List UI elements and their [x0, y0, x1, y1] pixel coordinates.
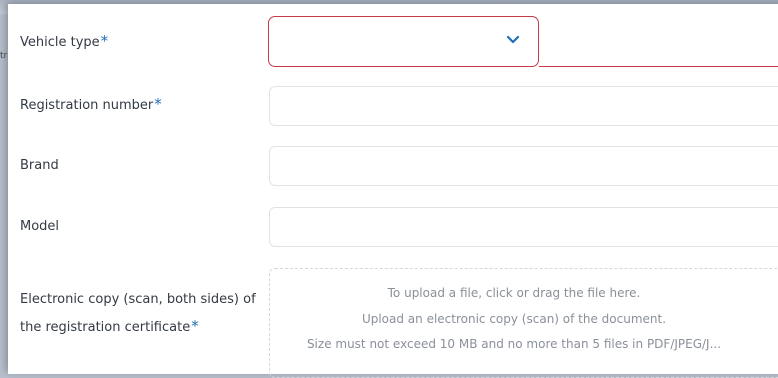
required-asterisk: *	[100, 32, 109, 50]
upload-hint: Upload an electronic copy (scan) of the …	[361, 312, 667, 326]
model-row: Model	[8, 206, 778, 256]
model-label: Model	[20, 219, 60, 234]
upload-instruction: To upload a file, click or drag the file…	[387, 286, 641, 300]
certificate-upload-dropzone[interactable]: To upload a file, click or drag the file…	[269, 268, 778, 378]
registration-number-input[interactable]	[269, 86, 778, 126]
brand-row: Brand	[8, 145, 778, 195]
required-asterisk: *	[191, 317, 199, 335]
upload-size-limit: Size must not exceed 10 MB and no more t…	[306, 337, 722, 351]
model-input[interactable]	[269, 207, 778, 247]
vehicle-type-row: Vehicle type*	[8, 4, 778, 72]
vehicle-type-label: Vehicle type*	[20, 29, 108, 55]
certificate-label-line2: the registration certificate*	[20, 314, 199, 340]
certificate-label-line2-text: the registration certificate	[20, 320, 191, 335]
registration-number-label: Registration number*	[20, 92, 162, 118]
vehicle-form-panel: Vehicle type* Registration number* Brand…	[8, 4, 778, 378]
chevron-down-icon[interactable]	[505, 34, 521, 46]
vehicle-type-label-text: Vehicle type	[20, 35, 100, 50]
brand-label: Brand	[20, 158, 59, 173]
registration-number-label-text: Registration number	[20, 98, 154, 113]
registration-number-row: Registration number*	[8, 84, 778, 134]
vehicle-type-error-underline	[539, 66, 778, 67]
certificate-label-line1: Electronic copy (scan, both sides) of	[20, 292, 256, 307]
brand-input[interactable]	[269, 146, 778, 186]
vehicle-type-select[interactable]	[268, 16, 539, 67]
required-asterisk: *	[154, 95, 162, 113]
